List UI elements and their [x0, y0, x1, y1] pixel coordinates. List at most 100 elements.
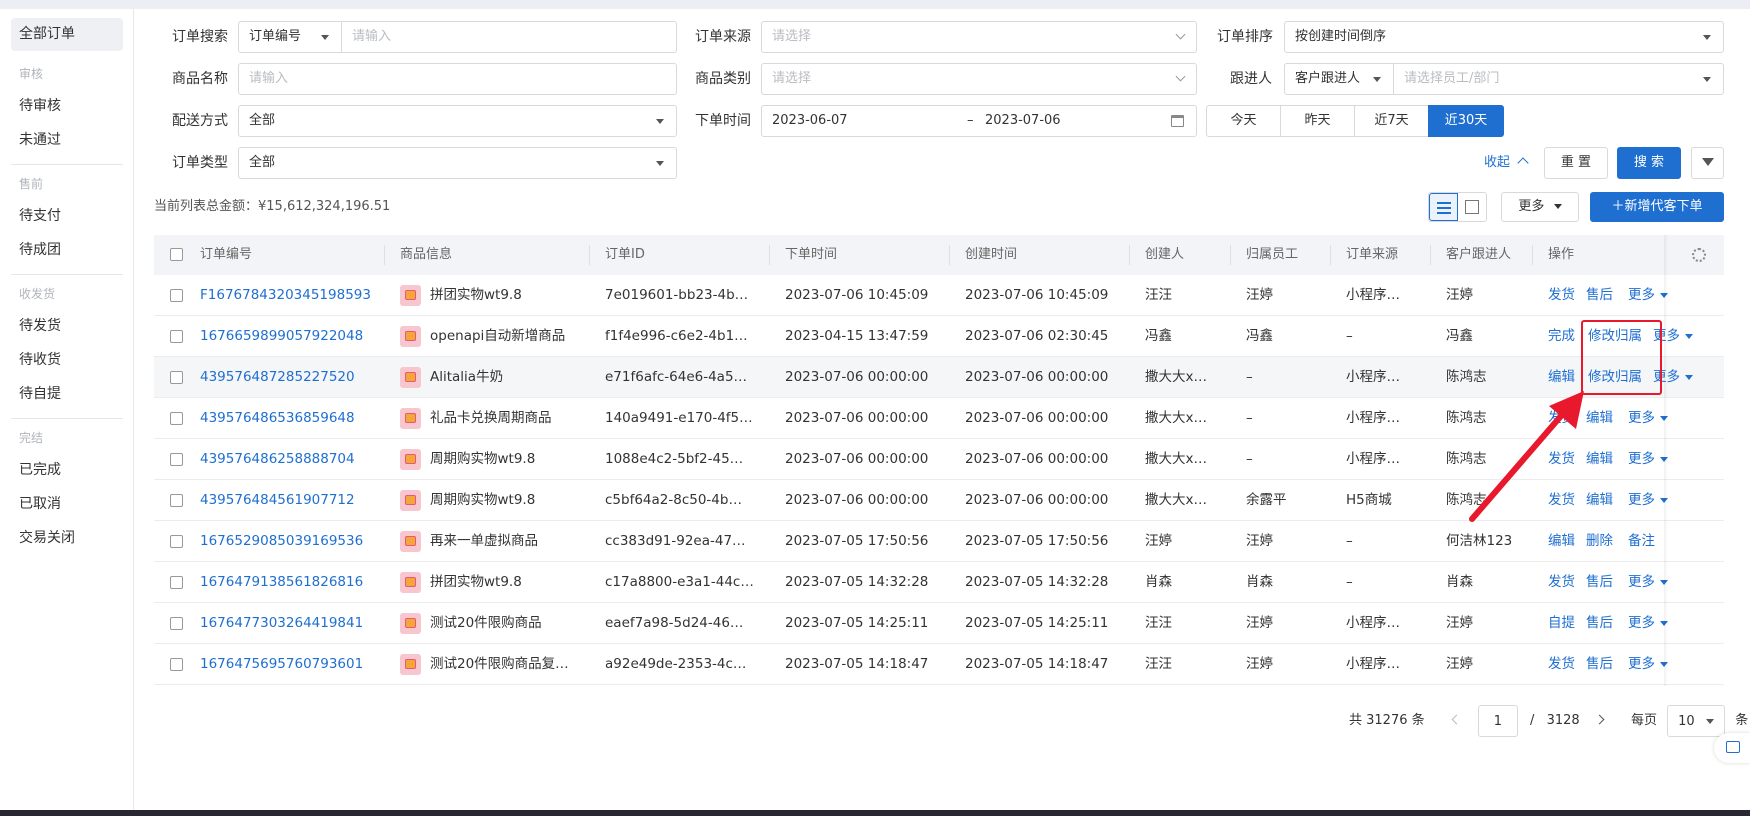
table-header: 订单编号 商品信息 订单ID 下单时间 创建时间 创建人 归属员工 订单来源 客…	[154, 235, 1724, 275]
row-action-link[interactable]: 更多	[1628, 480, 1668, 520]
more-dropdown-button[interactable]: 更多	[1501, 192, 1579, 222]
sidebar-item-rejected[interactable]: 未通过	[11, 123, 123, 157]
row-action-link[interactable]: 备注	[1628, 521, 1655, 561]
header-creator: 创建人	[1145, 247, 1185, 262]
row-action-link[interactable]: 自提	[1548, 603, 1575, 643]
row-checkbox[interactable]	[170, 617, 183, 630]
sidebar-item-pending-ship[interactable]: 待发货	[11, 309, 123, 343]
per-page-select[interactable]: 10	[1667, 705, 1726, 737]
order-search-input[interactable]: 请输入	[341, 21, 677, 53]
order-sort-select[interactable]: 按创建时间倒序	[1284, 21, 1724, 53]
order-type-select[interactable]: 全部	[238, 147, 677, 179]
row-action-link[interactable]: 更多	[1628, 398, 1668, 438]
order-search-type-select[interactable]: 订单编号	[238, 21, 342, 53]
sidebar-item-completed[interactable]: 已完成	[11, 453, 123, 487]
row-action-link[interactable]: 完成	[1548, 316, 1575, 356]
total-pages: 3128	[1546, 713, 1580, 728]
order-source-select[interactable]: 请选择	[761, 21, 1197, 53]
grid-view-icon[interactable]	[1465, 200, 1479, 214]
order-number-link[interactable]: 1676477303264419841	[200, 603, 380, 643]
order-source: 小程序…	[1346, 410, 1400, 426]
order-number-link[interactable]: 1676659899057922048	[200, 316, 380, 356]
row-checkbox[interactable]	[170, 453, 183, 466]
column-divider	[1230, 245, 1231, 265]
sidebar-item-pending-group[interactable]: 待成团	[11, 233, 123, 267]
chevron-right-icon[interactable]	[1594, 714, 1605, 725]
row-checkbox[interactable]	[170, 289, 183, 302]
order-number-link[interactable]: 439576486258888704	[200, 439, 380, 479]
row-action-link[interactable]: 售后	[1586, 644, 1613, 684]
search-button[interactable]: 搜 索	[1617, 147, 1681, 179]
product-category-select[interactable]: 请选择	[761, 63, 1197, 95]
date-start[interactable]: 2023-06-07	[772, 106, 848, 136]
list-view-icon[interactable]	[1429, 193, 1458, 221]
row-action-link[interactable]: 售后	[1586, 562, 1613, 602]
order-sort-label: 订单排序	[1217, 29, 1273, 45]
filter-settings-button[interactable]	[1691, 147, 1724, 179]
row-checkbox[interactable]	[170, 658, 183, 671]
row-checkbox[interactable]	[170, 371, 183, 384]
order-number-link[interactable]: 439576486536859648	[200, 398, 380, 438]
header-staff: 归属员工	[1246, 247, 1299, 262]
chevron-left-icon[interactable]	[1451, 714, 1462, 725]
row-action-link[interactable]: 售后	[1586, 275, 1613, 315]
page-input[interactable]: 1	[1477, 705, 1518, 737]
reset-button[interactable]: 重 置	[1544, 147, 1608, 179]
sidebar-item-pending-review[interactable]: 待审核	[11, 89, 123, 123]
row-checkbox[interactable]	[170, 330, 183, 343]
range-30days-button[interactable]: 近30天	[1428, 105, 1504, 137]
date-end[interactable]: 2023-07-06	[985, 106, 1061, 136]
range-yesterday-button[interactable]: 昨天	[1280, 105, 1355, 137]
row-action-link[interactable]: 更多	[1628, 603, 1668, 643]
row-checkbox[interactable]	[170, 576, 183, 589]
delivery-select[interactable]: 全部	[238, 105, 677, 137]
follower-type-select[interactable]: 客户跟进人	[1284, 63, 1394, 95]
row-action-link[interactable]: 售后	[1586, 603, 1613, 643]
row-action-label: 完成	[1548, 328, 1575, 344]
sidebar-item-closed[interactable]: 交易关闭	[11, 521, 123, 555]
row-action-link[interactable]: 更多	[1628, 644, 1668, 684]
select-all-checkbox[interactable]	[170, 248, 183, 261]
add-proxy-order-button[interactable]: ＋新增代客下单	[1590, 192, 1724, 222]
row-action-link[interactable]: 更多	[1628, 439, 1668, 479]
sidebar-item-cancelled[interactable]: 已取消	[11, 487, 123, 521]
row-checkbox[interactable]	[170, 535, 183, 548]
column-divider	[1129, 245, 1130, 265]
gear-icon[interactable]	[1692, 248, 1706, 262]
delivery-value: 全部	[249, 113, 276, 128]
order-number-link[interactable]: 439576484561907712	[200, 480, 380, 520]
staff-name: –	[1246, 410, 1253, 426]
row-checkbox[interactable]	[170, 412, 183, 425]
row-action-link[interactable]: 更多	[1628, 275, 1668, 315]
row-checkbox[interactable]	[170, 494, 183, 507]
row-action-link[interactable]: 发货	[1548, 644, 1575, 684]
sidebar-item-pending-receive[interactable]: 待收货	[11, 343, 123, 377]
order-source-label: 订单来源	[695, 29, 751, 45]
product-name: 再来一单虚拟商品	[430, 533, 538, 549]
order-number-link[interactable]: F1676784320345198593	[200, 275, 380, 315]
per-page-unit: 条	[1735, 713, 1749, 728]
order-number-link[interactable]: 1676479138561826816	[200, 562, 380, 602]
sidebar-item-pending-pickup[interactable]: 待自提	[11, 377, 123, 411]
order-number-link[interactable]: 439576487285227520	[200, 357, 380, 397]
sidebar-item-pending-payment[interactable]: 待支付	[11, 199, 123, 233]
row-action-label: 更多	[1628, 287, 1655, 303]
create-time: 2023-07-05 17:50:56	[965, 533, 1109, 549]
app-window: 全部订单 审核 待审核 未通过 售前 待支付 待成团 收发货 待发货 待收货 待…	[0, 9, 1750, 816]
collapse-toggle[interactable]: 收起	[1484, 147, 1529, 179]
row-action-link[interactable]: 发货	[1548, 562, 1575, 602]
row-action-link[interactable]: 更多	[1628, 562, 1668, 602]
sidebar-item-all-orders[interactable]: 全部订单	[11, 18, 123, 51]
range-today-button[interactable]: 今天	[1206, 105, 1281, 137]
range-7days-button[interactable]: 近7天	[1354, 105, 1429, 137]
follower-staff-select[interactable]: 请选择员工/部门	[1393, 63, 1724, 95]
product-name: Alitalia牛奶	[430, 369, 504, 385]
order-id: 140a9491-e170-4f5…	[605, 410, 753, 426]
product-name-input[interactable]: 请输入	[238, 63, 677, 95]
row-action-link[interactable]: 发货	[1548, 275, 1575, 315]
order-number-link[interactable]: 1676529085039169536	[200, 521, 380, 561]
order-number-link[interactable]: 1676475695760793601	[200, 644, 380, 684]
help-book-icon[interactable]	[1714, 733, 1750, 763]
date-range-picker[interactable]: 2023-06-07 – 2023-07-06	[761, 105, 1197, 137]
filter-icon	[1702, 158, 1714, 166]
